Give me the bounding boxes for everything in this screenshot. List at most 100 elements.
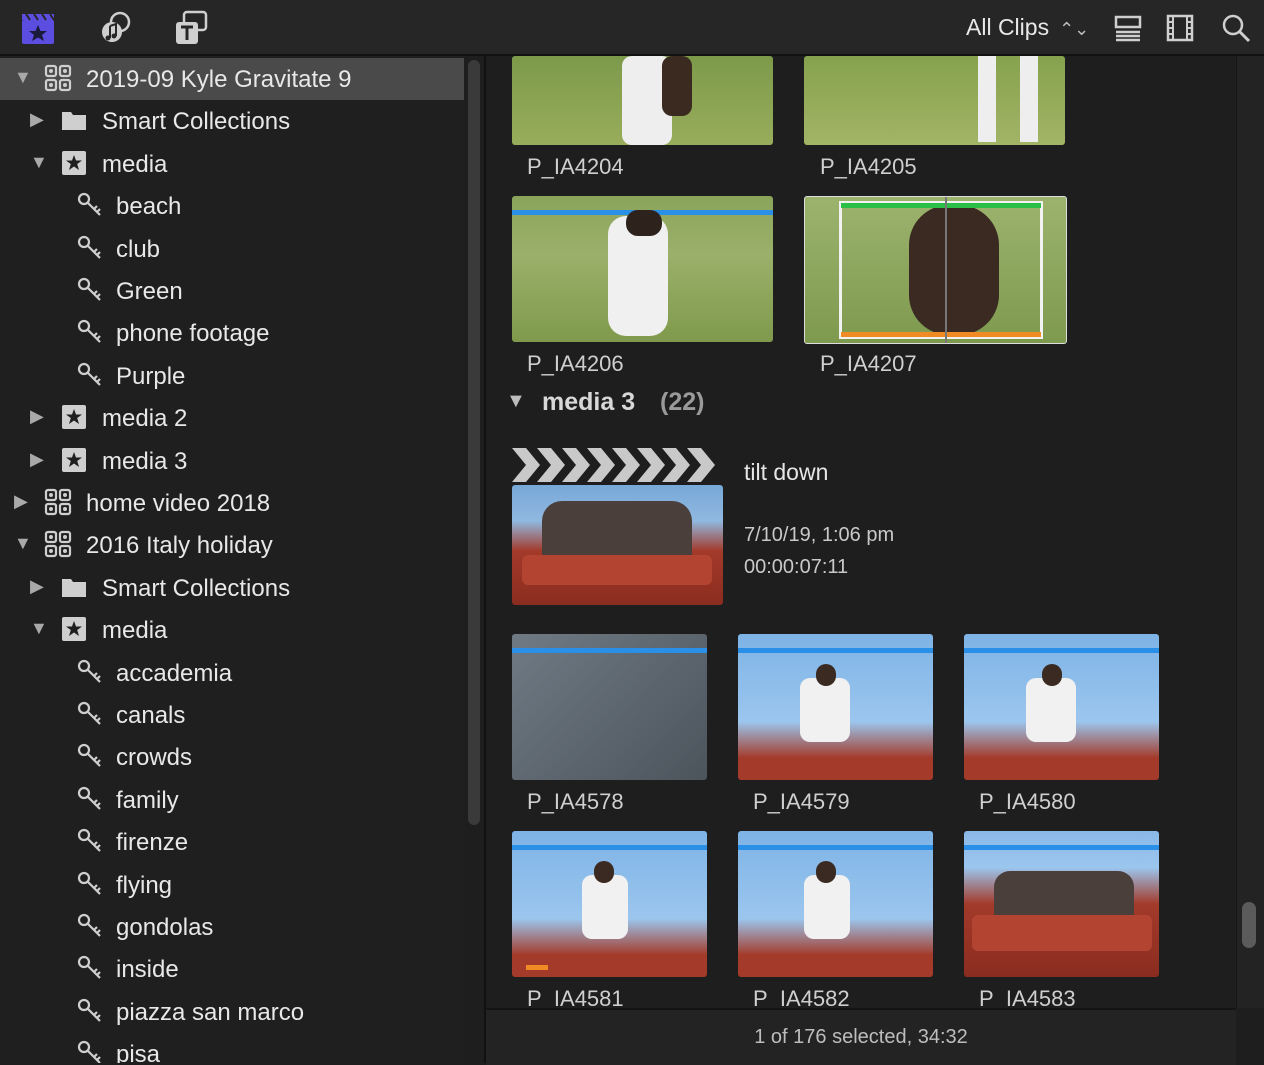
- chevron-updown-icon: ⌃⌄: [1059, 19, 1090, 39]
- sidebar-item-keyword[interactable]: beach: [0, 185, 464, 227]
- sidebar-item-label: Purple: [116, 362, 186, 390]
- filmstrip-icon[interactable]: [1162, 10, 1198, 46]
- clip-name: P_IA4579: [753, 789, 850, 814]
- clip-thumbnail[interactable]: [738, 831, 933, 977]
- disclosure-collapsed-icon[interactable]: ▶: [30, 109, 48, 131]
- toolbar: All Clips ⌃⌄: [0, 0, 1264, 56]
- browser-scrollbar-thumb[interactable]: [1242, 902, 1256, 948]
- sidebar-item-label: gondolas: [116, 914, 214, 941]
- sidebar-item-keyword[interactable]: club: [0, 228, 464, 270]
- sidebar-item-library[interactable]: ▶ home video 2018: [0, 482, 464, 524]
- clip-name: P_IA4582: [753, 986, 850, 1008]
- clip-thumbnail[interactable]: [512, 831, 707, 977]
- sidebar-item-label: media: [102, 617, 168, 645]
- sidebar-item-label: club: [116, 235, 161, 263]
- keyword-bar: [964, 845, 1159, 850]
- sidebar-item-label: Green: [116, 278, 183, 305]
- sidebar-item-keyword[interactable]: accademia: [0, 652, 464, 694]
- sidebar-item-library[interactable]: ▼ 2016 Italy holiday: [0, 524, 464, 566]
- clip-thumbnail[interactable]: [512, 634, 707, 780]
- disclosure-expanded-icon[interactable]: ▼: [30, 618, 48, 640]
- sidebar-item-keyword[interactable]: family: [0, 779, 464, 821]
- disclosure-collapsed-icon[interactable]: ▶: [30, 449, 48, 471]
- sidebar-item-label: media 3: [102, 447, 188, 475]
- keyword-key-icon: [76, 700, 104, 728]
- list-view-icon[interactable]: [1110, 10, 1146, 46]
- clip-name: P_IA4206: [527, 351, 624, 376]
- sidebar-item-keyword[interactable]: gondolas: [0, 906, 464, 948]
- sidebar-item-label: accademia: [116, 659, 233, 687]
- sidebar-item-keyword[interactable]: canals: [0, 694, 464, 736]
- disclosure-collapsed-icon[interactable]: ▶: [30, 406, 48, 428]
- clip-thumbnail[interactable]: [738, 634, 933, 780]
- sidebar-item-label: phone footage: [116, 320, 270, 348]
- sidebar-item-label: crowds: [116, 744, 193, 772]
- sidebar-item-label: canals: [116, 702, 186, 729]
- clip-thumbnail[interactable]: [512, 196, 773, 342]
- sidebar-item-folder[interactable]: ▶ Smart Collections: [0, 567, 464, 609]
- sidebar-item-library[interactable]: ▼ 2019-09 Kyle Gravitate 9: [0, 58, 464, 100]
- disclosure-expanded-icon[interactable]: ▼: [14, 533, 32, 555]
- clip-thumbnail[interactable]: [804, 56, 1065, 145]
- keyword-bar: [738, 648, 933, 653]
- photos-audio-icon[interactable]: [98, 10, 134, 46]
- disclosure-expanded-icon[interactable]: ▼: [30, 152, 48, 174]
- sidebar-item-label: flying: [116, 871, 173, 899]
- sidebar-item-keyword[interactable]: flying: [0, 864, 464, 906]
- sidebar-item-keyword[interactable]: crowds: [0, 736, 464, 778]
- sidebar-item-keyword[interactable]: phone footage: [0, 312, 464, 354]
- clip-name: P_IA4205: [820, 154, 917, 179]
- libraries-sidebar: ▼ 2019-09 Kyle Gravitate 9 ▶ Smart Collecti…: [0, 56, 464, 1063]
- browser-scroll-track[interactable]: [1236, 56, 1264, 1008]
- titles-generators-icon[interactable]: [174, 10, 210, 46]
- disclosure-expanded-icon[interactable]: ▼: [14, 67, 32, 89]
- clip-thumbnail[interactable]: [512, 485, 723, 605]
- sidebar-item-keyword[interactable]: Green: [0, 270, 464, 312]
- clip-name: P_IA4204: [527, 154, 624, 179]
- sidebar-item-keyword[interactable]: inside: [0, 948, 464, 990]
- sidebar-item-keyword[interactable]: piazza san marco: [0, 991, 464, 1033]
- clip-thumbnail[interactable]: [512, 56, 773, 145]
- group-disclosure-triangle[interactable]: ▼: [506, 390, 526, 413]
- sidebar-item-event[interactable]: ▼ media: [0, 609, 464, 651]
- keyword-key-icon: [76, 912, 104, 940]
- library-icon: [44, 64, 72, 92]
- keyword-bar: [964, 648, 1159, 653]
- sidebar-item-label: home video 2018: [86, 490, 271, 517]
- keyword-key-icon: [76, 191, 104, 219]
- sidebar-item-folder[interactable]: ▶ Smart Collections: [0, 100, 464, 142]
- sidebar-item-event[interactable]: ▼ media: [0, 143, 464, 185]
- libraries-icon[interactable]: [20, 10, 56, 46]
- clip-name: P_IA4581: [527, 986, 624, 1008]
- disclosure-collapsed-icon[interactable]: ▶: [30, 576, 48, 598]
- keyword-bar: [738, 845, 933, 850]
- clip-name: P_IA4580: [979, 789, 1076, 814]
- search-icon[interactable]: [1218, 10, 1254, 46]
- keyword-key-icon: [76, 742, 104, 770]
- sidebar-item-keyword[interactable]: firenze: [0, 821, 464, 863]
- clip-filter-popup[interactable]: All Clips ⌃⌄: [966, 14, 1089, 41]
- range-selection[interactable]: [839, 201, 1043, 339]
- event-star-icon: [60, 446, 88, 474]
- sidebar-item-label: 2016 Italy holiday: [86, 532, 273, 560]
- keyword-key-icon: [76, 361, 104, 389]
- keyword-key-icon: [76, 870, 104, 898]
- skimmer-line: [945, 197, 947, 343]
- keyword-key-icon: [76, 785, 104, 813]
- sidebar-item-keyword[interactable]: Purple: [0, 355, 464, 397]
- keyword-key-icon: [76, 234, 104, 262]
- disclosure-collapsed-icon[interactable]: ▶: [14, 491, 32, 513]
- sidebar-item-event[interactable]: ▶ media 3: [0, 440, 464, 482]
- clip-thumbnail-selected[interactable]: [804, 196, 1067, 344]
- sidebar-item-keyword[interactable]: pisa: [0, 1033, 464, 1063]
- clip-title: tilt down: [744, 459, 829, 485]
- keyword-key-icon: [76, 827, 104, 855]
- sidebar-scrollbar[interactable]: [468, 60, 480, 825]
- sidebar-item-label: Smart Collections: [102, 108, 291, 136]
- clip-thumbnail[interactable]: [964, 831, 1159, 977]
- clip-thumbnail[interactable]: [964, 634, 1159, 780]
- folder-icon: [60, 573, 88, 601]
- sidebar-item-event[interactable]: ▶ media 2: [0, 397, 464, 439]
- analysis-bar: [841, 332, 1041, 337]
- sidebar-item-label: inside: [116, 956, 179, 984]
